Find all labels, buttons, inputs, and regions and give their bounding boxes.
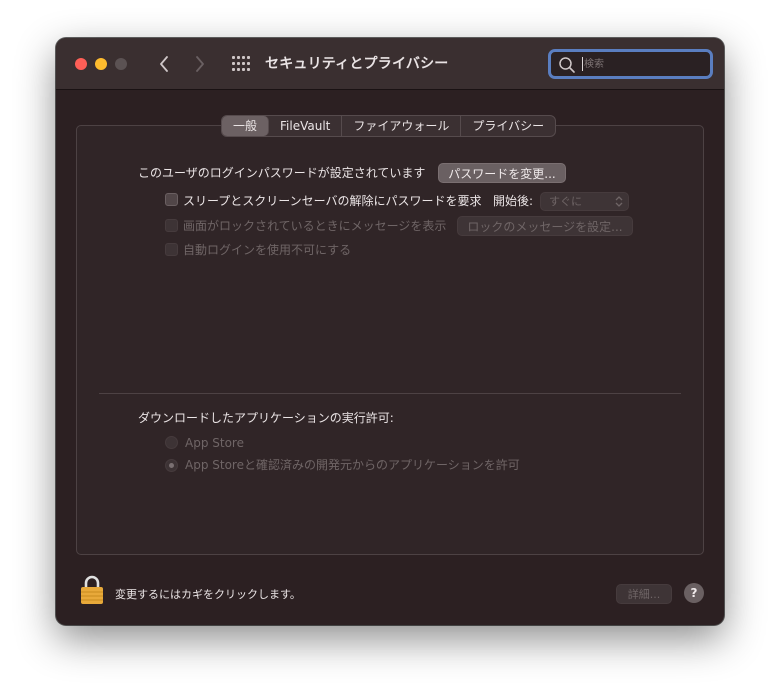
tab-privacy[interactable]: プライバシー — [461, 116, 555, 136]
start-after-value: すぐに — [549, 195, 582, 208]
radio-app-store[interactable] — [165, 436, 178, 449]
start-after-label: 開始後: — [493, 194, 534, 208]
zoom-button[interactable] — [115, 58, 127, 70]
change-password-button[interactable]: パスワードを変更... — [438, 163, 566, 183]
tab-general[interactable]: 一般 — [222, 116, 270, 136]
radio-app-store-and-identified[interactable] — [165, 459, 178, 472]
search-icon — [559, 57, 575, 73]
radio-app-store-label: App Store — [185, 436, 244, 450]
disable-auto-login-label: 自動ログインを使用不可にする — [183, 243, 352, 257]
search-input[interactable] — [584, 55, 704, 73]
back-button[interactable] — [153, 52, 175, 76]
window-title: セキュリティとプライバシー — [265, 56, 449, 72]
lock-instruction-text: 変更するにはカギをクリックします。 — [115, 588, 301, 601]
help-button[interactable]: ? — [684, 583, 704, 603]
preferences-window: セキュリティとプライバシー 一般 FileVault ファイアウォール プライバ… — [56, 38, 724, 625]
lock-message-checkbox[interactable] — [165, 219, 178, 232]
tab-content-panel — [76, 125, 704, 555]
password-set-text: このユーザのログインパスワードが設定されています — [138, 166, 426, 180]
require-password-label: スリープとスクリーンセーバの解除にパスワードを要求 — [183, 194, 482, 208]
radio-app-store-and-identified-label: App Storeと確認済みの開発元からのアプリケーションを許可 — [185, 458, 520, 472]
advanced-button[interactable]: 詳細... — [616, 584, 672, 604]
chevron-left-icon — [160, 56, 168, 72]
set-lock-message-button[interactable]: ロックのメッセージを設定... — [457, 216, 633, 236]
tab-bar: 一般 FileVault ファイアウォール プライバシー — [221, 115, 557, 137]
close-button[interactable] — [75, 58, 87, 70]
disable-auto-login-checkbox[interactable] — [165, 243, 178, 256]
start-after-select[interactable]: すぐに — [540, 192, 629, 211]
chevron-right-icon — [196, 56, 204, 72]
text-caret — [582, 57, 583, 71]
updown-chevron-icon — [615, 196, 623, 207]
lock-message-label: 画面がロックされているときにメッセージを表示 — [183, 219, 447, 233]
minimize-button[interactable] — [95, 58, 107, 70]
require-password-checkbox[interactable] — [165, 193, 178, 206]
section-divider — [99, 393, 681, 394]
show-all-grid-button[interactable] — [231, 55, 251, 73]
download-permission-heading: ダウンロードしたアプリケーションの実行許可: — [138, 411, 394, 425]
lock-icon[interactable] — [80, 575, 104, 605]
search-field[interactable] — [548, 49, 713, 79]
title-bar: セキュリティとプライバシー — [56, 38, 724, 90]
tab-firewall[interactable]: ファイアウォール — [342, 116, 462, 136]
tab-filevault[interactable]: FileVault — [269, 116, 343, 136]
forward-button[interactable] — [189, 52, 211, 76]
